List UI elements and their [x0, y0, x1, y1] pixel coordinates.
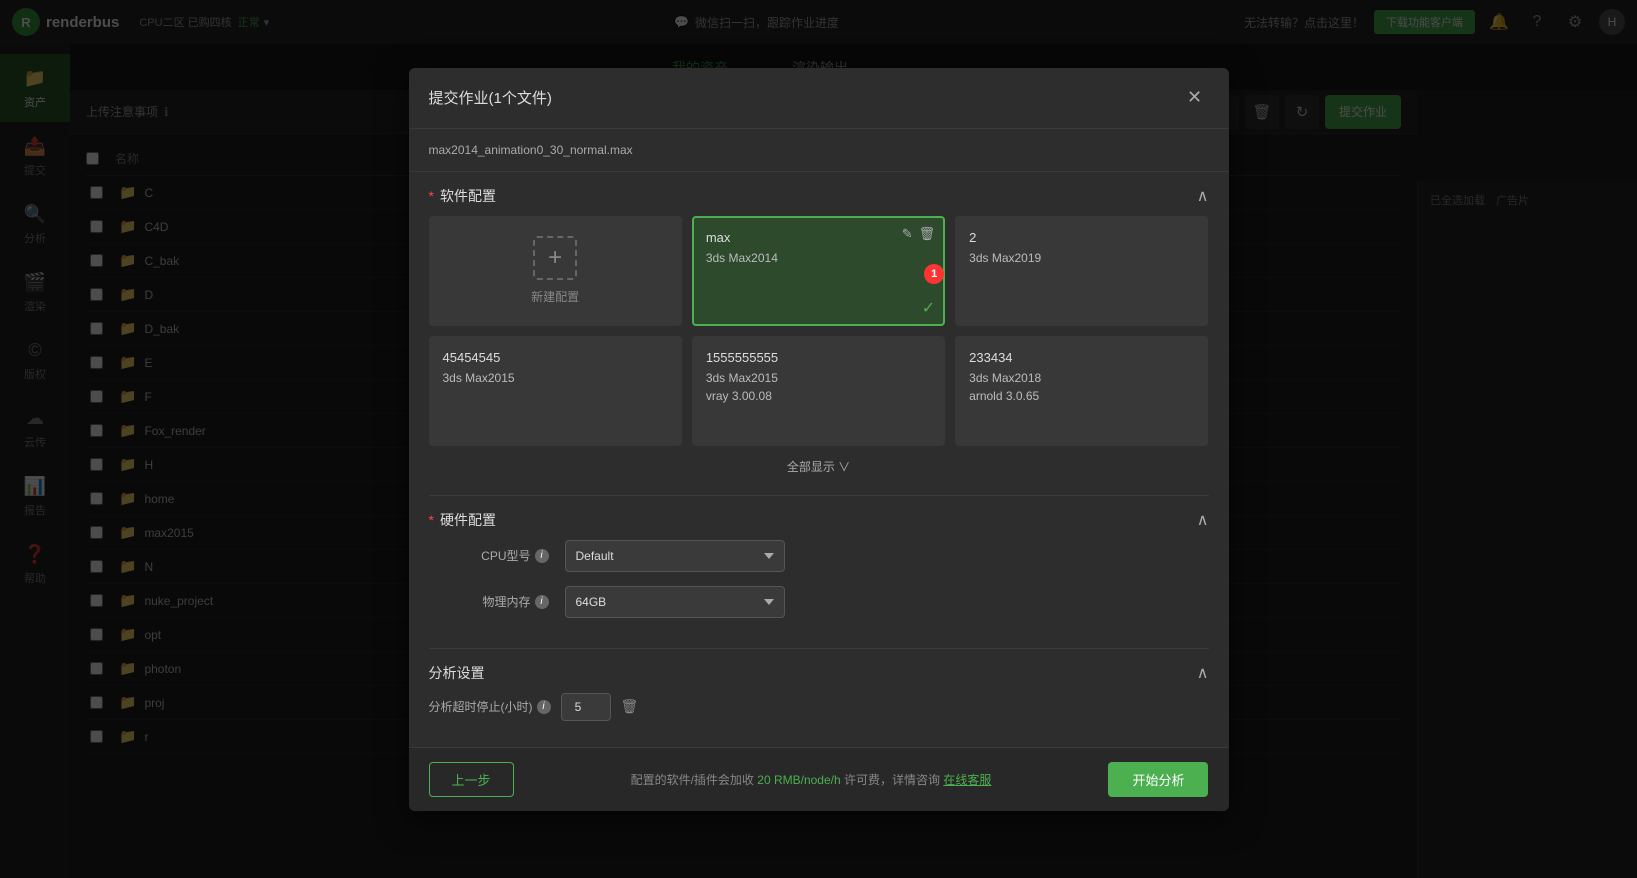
file-path: max2014_animation0_30_normal.max [429, 143, 633, 157]
config-card-233434[interactable]: 233434 3ds Max2018 arnold 3.0.65 [955, 336, 1208, 446]
required-mark: * [429, 188, 434, 204]
delete-config-button[interactable]: 🗑 [919, 226, 936, 242]
hardware-section-header: * 硬件配置 ∧ [429, 496, 1209, 540]
cpu-select[interactable]: Default Standard High [565, 540, 785, 572]
analysis-collapse-button[interactable]: ∧ [1197, 663, 1209, 683]
start-analysis-button[interactable]: 开始分析 [1108, 762, 1208, 797]
config-name: max [706, 230, 731, 245]
timeout-info-icon[interactable]: i [537, 700, 551, 714]
modal-close-button[interactable]: ✕ [1181, 84, 1209, 112]
config-card-actions: ✎ 🗑 [902, 226, 935, 242]
timeout-input[interactable] [561, 693, 611, 721]
modal-title: 提交作业(1个文件) [429, 87, 552, 108]
config-card-45454545[interactable]: 45454545 3ds Max2015 [429, 336, 682, 446]
new-config-plus-icon: + [533, 236, 577, 280]
config-card-1555555555[interactable]: 1555555555 3ds Max2015 vray 3.00.08 [692, 336, 945, 446]
cpu-info-icon[interactable]: i [535, 549, 549, 563]
config-number: 233434 [969, 350, 1012, 365]
config-check-icon: ✓ [922, 298, 935, 318]
back-button[interactable]: 上一步 [429, 762, 514, 797]
footer-note: 配置的软件/插件会加收 20 RMB/node/h 许可费，详情咨询 在线客服 [631, 771, 992, 788]
file-path-area: max2014_animation0_30_normal.max [409, 129, 1229, 172]
config-badge: 1 [924, 264, 944, 284]
hardware-collapse-button[interactable]: ∧ [1197, 510, 1209, 530]
required-mark-hw: * [429, 512, 434, 528]
config-card-max2019[interactable]: 2 3ds Max2019 [955, 216, 1208, 326]
footer-note-prefix: 配置的软件/插件会加收 [631, 773, 754, 787]
modal: 提交作业(1个文件) ✕ max2014_animation0_30_norma… [409, 68, 1229, 811]
software-section-header: * 软件配置 ∧ [429, 172, 1209, 216]
memory-info-icon[interactable]: i [535, 595, 549, 609]
analysis-title-text: 分析设置 [429, 663, 485, 683]
analysis-section: 分析设置 ∧ 分析超时停止(小时) i 🗑 [409, 649, 1229, 747]
modal-header: 提交作业(1个文件) ✕ [409, 68, 1229, 129]
modal-footer: 上一步 配置的软件/插件会加收 20 RMB/node/h 许可费，详情咨询 在… [409, 747, 1229, 811]
config-number: 2 [969, 230, 976, 245]
analysis-section-title: 分析设置 [429, 663, 485, 683]
modal-body: max2014_animation0_30_normal.max * 软件配置 … [409, 129, 1229, 747]
config-software: 3ds Max2015 [443, 371, 515, 385]
software-section: * 软件配置 ∧ + 新建配置 ✎ 🗑 [409, 172, 1229, 495]
hardware-section-title: * 硬件配置 [429, 510, 496, 530]
show-all-button[interactable]: 全部显示 ∨ [429, 446, 1209, 479]
new-config-card[interactable]: + 新建配置 [429, 216, 682, 326]
memory-select[interactable]: 32GB 64GB 128GB [565, 586, 785, 618]
hardware-title-text: 硬件配置 [440, 510, 496, 530]
config-software: 3ds Max2014 [706, 251, 778, 265]
cpu-row: CPU型号 i Default Standard High [429, 540, 1209, 572]
memory-label: 物理内存 i [429, 593, 549, 610]
config-software: 3ds Max2019 [969, 251, 1041, 265]
delete-timeout-button[interactable]: 🗑 [621, 698, 639, 715]
config-card-max2014[interactable]: ✎ 🗑 max 3ds Max2014 1 ✓ [692, 216, 945, 326]
analysis-timeout-label: 分析超时停止(小时) i [429, 698, 551, 715]
new-config-label: 新建配置 [531, 288, 579, 305]
config-grid: + 新建配置 ✎ 🗑 max 3ds Max2014 1 ✓ [429, 216, 1209, 446]
config-number: 45454545 [443, 350, 501, 365]
config-number: 1555555555 [706, 350, 778, 365]
config-software: 3ds Max2015 [706, 371, 778, 385]
software-title-text: 软件配置 [440, 186, 496, 206]
analysis-section-header: 分析设置 ∧ [429, 649, 1209, 693]
footer-note-link[interactable]: 在线客服 [943, 773, 991, 787]
analysis-timeout-row: 分析超时停止(小时) i 🗑 [429, 693, 1209, 721]
modal-overlay: 提交作业(1个文件) ✕ max2014_animation0_30_norma… [0, 0, 1637, 878]
config-plugin: arnold 3.0.65 [969, 389, 1039, 403]
edit-config-button[interactable]: ✎ [902, 226, 913, 242]
config-software: 3ds Max2018 [969, 371, 1041, 385]
memory-row: 物理内存 i 32GB 64GB 128GB [429, 586, 1209, 618]
footer-note-amount: 20 RMB/node/h [757, 773, 840, 787]
config-plugin: vray 3.00.08 [706, 389, 772, 403]
footer-note-suffix: 许可费，详情咨询 [844, 773, 940, 787]
hardware-section: * 硬件配置 ∧ CPU型号 i Default Standard High [409, 496, 1229, 648]
software-collapse-button[interactable]: ∧ [1197, 186, 1209, 206]
software-section-title: * 软件配置 [429, 186, 496, 206]
cpu-label: CPU型号 i [429, 547, 549, 564]
